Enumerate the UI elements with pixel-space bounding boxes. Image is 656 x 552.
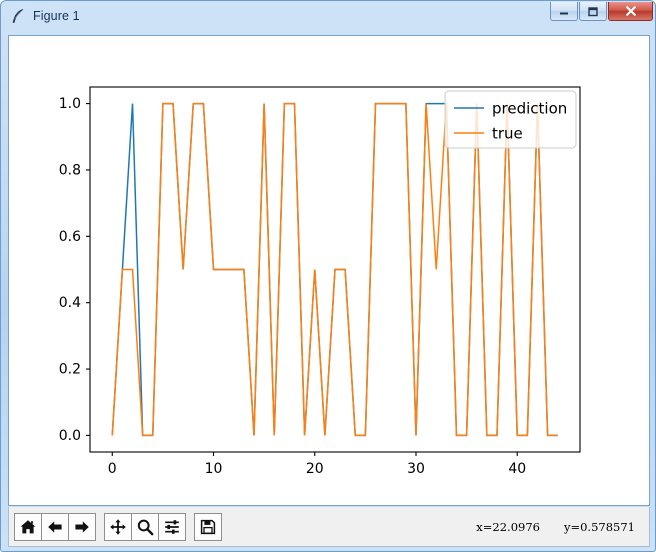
- toolbar-separator-2: [185, 513, 194, 541]
- cursor-coordinates: x=22.0976 y=0.578571: [476, 520, 649, 534]
- arrow-left-icon: [48, 520, 62, 533]
- move-icon: [110, 518, 126, 535]
- configure-subplots-button[interactable]: [158, 512, 186, 541]
- y-tick-label: 0.6: [59, 229, 81, 245]
- y-tick-label: 1.0: [59, 96, 81, 112]
- window-controls: [550, 2, 653, 21]
- home-icon: [20, 519, 36, 533]
- x-tick-label: 10: [205, 461, 223, 477]
- x-tick-label: 0: [108, 461, 117, 477]
- maximize-button[interactable]: [579, 2, 607, 21]
- figure-canvas[interactable]: 0.0 0.2 0.4 0.6 0.8 1.0 0 10 20 30 40 prediction t…: [8, 35, 650, 506]
- sliders-icon: [165, 519, 179, 534]
- matplotlib-axes[interactable]: 0.0 0.2 0.4 0.6 0.8 1.0 0 10 20 30 40 prediction t…: [9, 36, 649, 505]
- y-axis-ticks: 0.0 0.2 0.4 0.6 0.8 1.0: [59, 96, 90, 444]
- figure-window: Figure 1 0.0 0.2 0.4 0.6 0.8 1.0 0 10 20…: [0, 0, 656, 552]
- y-tick-label: 0.4: [59, 295, 81, 311]
- x-tick-label: 40: [508, 461, 526, 477]
- y-tick-label: 0.2: [59, 362, 81, 378]
- title-bar[interactable]: Figure 1: [1, 1, 655, 31]
- arrow-right-icon: [75, 520, 89, 533]
- forward-button[interactable]: [68, 512, 96, 541]
- minimize-button[interactable]: [550, 2, 578, 21]
- cursor-y-value: y=0.578571: [563, 519, 635, 534]
- feather-icon: [9, 7, 27, 25]
- back-button[interactable]: [41, 512, 69, 541]
- x-tick-label: 20: [306, 461, 324, 477]
- window-title: Figure 1: [33, 9, 80, 23]
- y-tick-label: 0.0: [59, 428, 81, 444]
- zoom-button[interactable]: [131, 512, 159, 541]
- magnifier-icon: [137, 519, 154, 535]
- legend-label-prediction: prediction: [492, 100, 567, 118]
- floppy-disk-icon: [200, 519, 216, 534]
- toolbar-separator-1: [95, 513, 104, 541]
- close-button[interactable]: [608, 2, 653, 21]
- x-axis-ticks: 0 10 20 30 40: [108, 452, 526, 477]
- navigation-toolbar: x=22.0976 y=0.578571: [8, 507, 650, 547]
- pan-button[interactable]: [104, 512, 132, 541]
- save-button[interactable]: [194, 512, 222, 541]
- legend-label-true: true: [492, 125, 523, 143]
- home-button[interactable]: [14, 512, 42, 541]
- x-tick-label: 30: [407, 461, 425, 477]
- legend[interactable]: prediction true: [444, 90, 577, 149]
- y-tick-label: 0.8: [59, 162, 81, 178]
- cursor-x-value: x=22.0976: [476, 519, 540, 534]
